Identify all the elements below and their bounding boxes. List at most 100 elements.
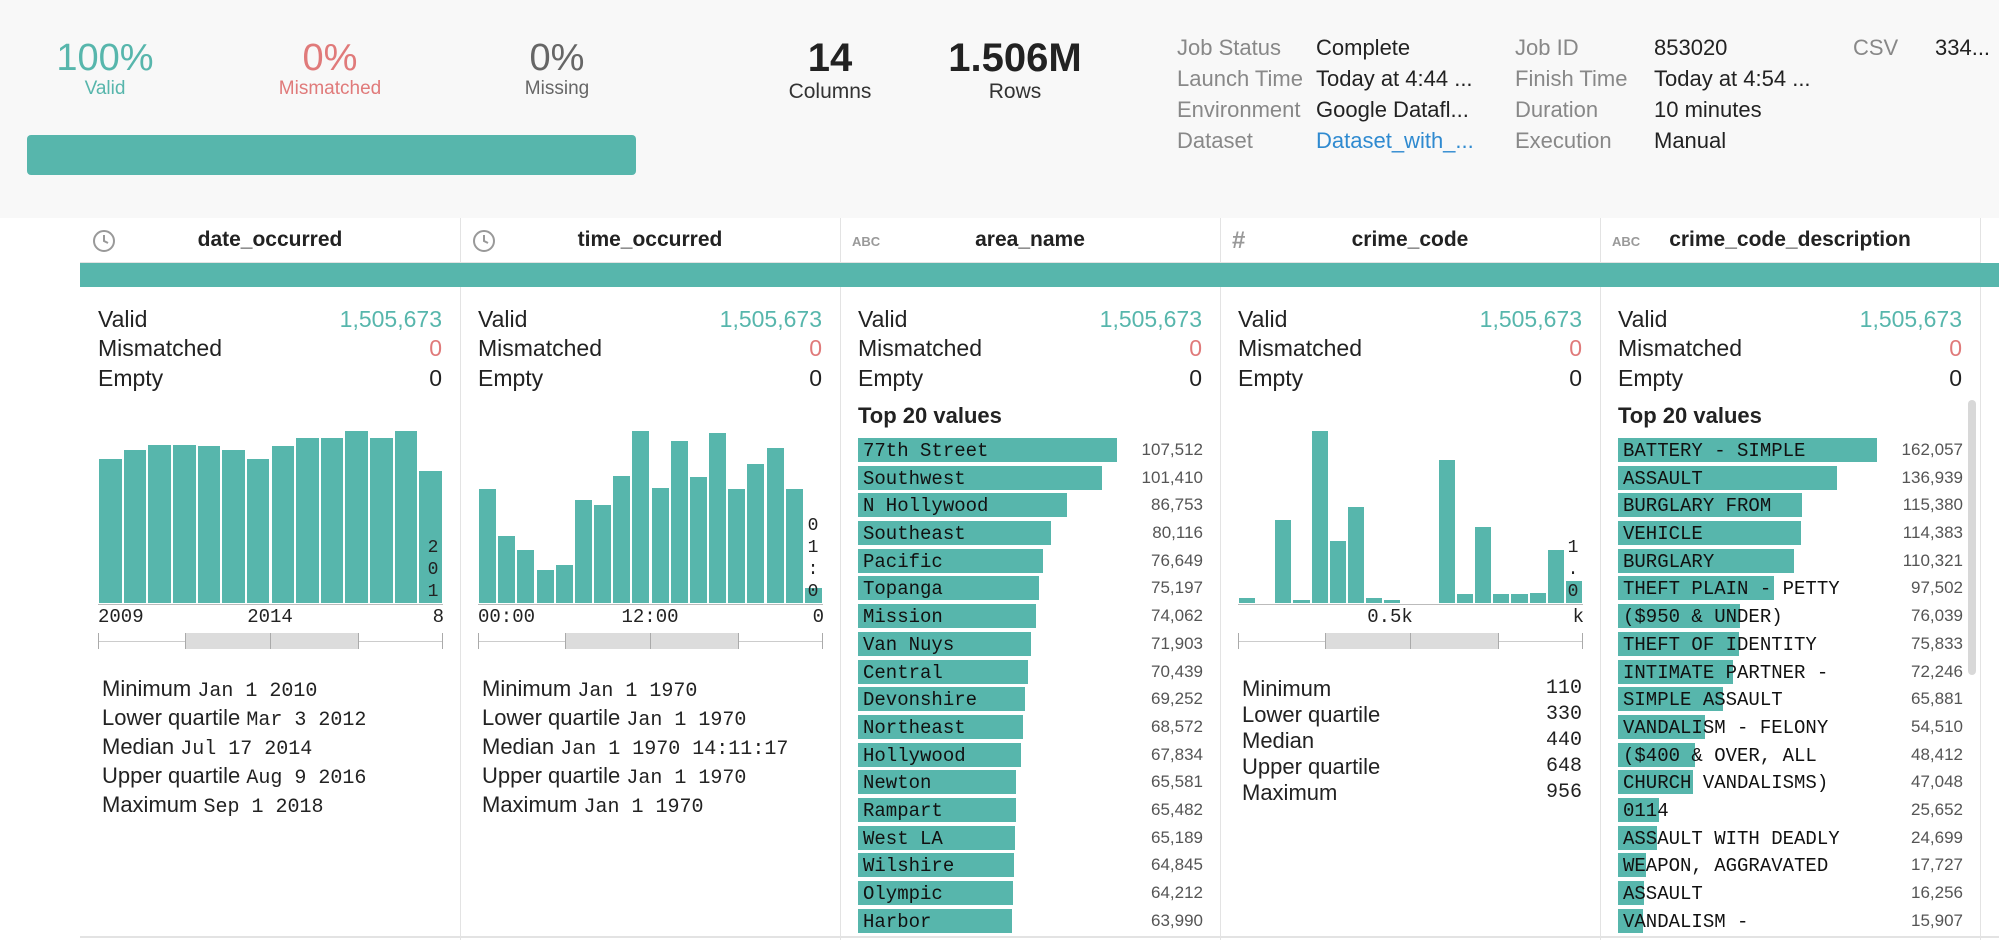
histogram-bar[interactable]: [555, 565, 573, 603]
top-value-row[interactable]: West LA 65,189: [858, 824, 1203, 852]
histogram-bar[interactable]: [689, 477, 707, 603]
histogram-bar[interactable]: [594, 504, 612, 603]
top-value-row[interactable]: THEFT OF IDENTITY 75,833: [1618, 630, 1963, 658]
top-value-row[interactable]: Southwest 101,410: [858, 464, 1203, 492]
histogram-bar[interactable]: [785, 489, 803, 603]
range-slider-brush[interactable]: [1325, 633, 1499, 649]
histogram-bar[interactable]: [766, 448, 784, 603]
column-header[interactable]: ABC crime_code_description: [1600, 218, 1980, 263]
top-values-list: 77th Street 107,512 Southwest 101,410 N Holl…: [858, 436, 1203, 934]
column-quality-bar[interactable]: [840, 263, 1220, 287]
histogram-bar[interactable]: [1547, 549, 1564, 603]
histogram-bar[interactable]: [1529, 592, 1546, 603]
histogram-bar[interactable]: [222, 449, 245, 603]
top-value-row[interactable]: Central 70,439: [858, 658, 1203, 686]
histogram-bar[interactable]: [747, 463, 765, 603]
histogram-bar[interactable]: [1456, 594, 1474, 603]
top-value-row[interactable]: THEFT PLAIN - PETTY 97,502: [1618, 574, 1963, 602]
range-slider-brush[interactable]: [185, 633, 359, 649]
histogram-bar[interactable]: [1311, 431, 1328, 603]
histogram-bar[interactable]: [632, 431, 650, 603]
top-value-row[interactable]: WEAPON, AGGRAVATED 17,727: [1618, 851, 1963, 879]
top-value-row[interactable]: ($400 & OVER, ALL 48,412: [1618, 741, 1963, 769]
top-value-row[interactable]: Pacific 76,649: [858, 547, 1203, 575]
column-quality-bar[interactable]: [460, 263, 840, 287]
top-value-row[interactable]: ASSAULT WITH DEADLY 24,699: [1618, 824, 1963, 852]
histogram-bar[interactable]: [394, 431, 418, 603]
histogram-bar[interactable]: [1511, 594, 1528, 603]
histogram-bar[interactable]: [479, 489, 497, 603]
scrollbar[interactable]: [1968, 400, 1976, 675]
top-value-row[interactable]: 0114 25,652: [1618, 796, 1963, 824]
histogram-bar[interactable]: [1275, 520, 1292, 603]
top-value-row[interactable]: Van Nuys 71,903: [858, 630, 1203, 658]
axis-label-char: .: [1567, 560, 1579, 580]
top-value-row[interactable]: ($950 & UNDER) 76,039: [1618, 602, 1963, 630]
column-quality-bar[interactable]: [80, 263, 460, 287]
top-value-row[interactable]: Rampart 65,482: [858, 796, 1203, 824]
top-value-row[interactable]: BURGLARY FROM 115,380: [1618, 491, 1963, 519]
histogram-bar[interactable]: [123, 449, 147, 603]
histogram-bar[interactable]: [320, 437, 344, 603]
top-value-row[interactable]: ASSAULT 16,256: [1618, 879, 1963, 907]
top-value-row[interactable]: Hollywood 67,834: [858, 741, 1203, 769]
histogram-bar[interactable]: [574, 499, 592, 603]
column-quality-bar[interactable]: [1600, 263, 1980, 287]
histogram-bar[interactable]: [1366, 597, 1383, 603]
top-value-row[interactable]: N Hollywood 86,753: [858, 491, 1203, 519]
histogram-bar[interactable]: [1329, 541, 1346, 603]
dataset-link[interactable]: Dataset_with_...: [1316, 125, 1474, 156]
top-value-row[interactable]: Harbor 63,990: [858, 907, 1203, 935]
histogram-bar[interactable]: [370, 437, 393, 603]
mismatched-label: Mismatched: [278, 78, 382, 99]
top-value-row[interactable]: VANDALISM - FELONY 54,510: [1618, 713, 1963, 741]
top-value-row[interactable]: SIMPLE ASSAULT 65,881: [1618, 685, 1963, 713]
top-value-row[interactable]: BURGLARY 110,321: [1618, 547, 1963, 575]
histogram-bar[interactable]: [517, 549, 535, 603]
histogram-bar[interactable]: [728, 489, 746, 603]
histogram-bar[interactable]: [1438, 460, 1455, 603]
histogram-bar[interactable]: [1239, 597, 1256, 603]
top-value-row[interactable]: VANDALISM - 15,907: [1618, 907, 1963, 935]
histogram-bar[interactable]: [1493, 594, 1510, 603]
histogram-bar[interactable]: [296, 437, 319, 603]
histogram-bar[interactable]: [1475, 527, 1492, 603]
column-header[interactable]: # crime_code: [1220, 218, 1600, 263]
top-value-row[interactable]: Southeast 80,116: [858, 519, 1203, 547]
histogram-bar[interactable]: [498, 535, 516, 603]
top-value-row[interactable]: Newton 65,581: [858, 768, 1203, 796]
histogram-bar[interactable]: [1384, 599, 1401, 603]
histogram-bar[interactable]: [651, 487, 669, 603]
histogram-bar[interactable]: [1347, 506, 1365, 603]
column-quality-bar[interactable]: [1220, 263, 1600, 287]
top-value-row[interactable]: CHURCH VANDALISMS) 47,048: [1618, 768, 1963, 796]
histogram-bar[interactable]: [345, 431, 369, 603]
histogram-bar[interactable]: [148, 444, 171, 603]
histogram-bar[interactable]: [172, 444, 196, 603]
histogram-bar[interactable]: [1293, 599, 1310, 603]
histogram-bar[interactable]: [99, 458, 122, 603]
histogram-bar[interactable]: [271, 446, 295, 603]
column-header[interactable]: date_occurred: [80, 218, 460, 263]
column-header[interactable]: time_occurred: [460, 218, 840, 263]
top-value-row[interactable]: Wilshire 64,845: [858, 851, 1203, 879]
histogram-bar[interactable]: [670, 441, 688, 603]
histogram-bar[interactable]: [197, 446, 221, 603]
top-value-row[interactable]: VEHICLE 114,383: [1618, 519, 1963, 547]
top-value-row[interactable]: 77th Street 107,512: [858, 436, 1203, 464]
histogram-bar[interactable]: [613, 475, 631, 603]
top-value-row[interactable]: Northeast 68,572: [858, 713, 1203, 741]
histogram-bar[interactable]: [536, 570, 554, 603]
histogram-bar[interactable]: [709, 432, 727, 603]
top-value-row[interactable]: Olympic 64,212: [858, 879, 1203, 907]
top-value-row[interactable]: ASSAULT 136,939: [1618, 464, 1963, 492]
range-slider-brush[interactable]: [565, 633, 739, 649]
top-value-row[interactable]: BATTERY - SIMPLE 162,057: [1618, 436, 1963, 464]
column-header[interactable]: ABC area_name: [840, 218, 1220, 263]
top-value-row[interactable]: Mission 74,062: [858, 602, 1203, 630]
top-value-row[interactable]: Topanga 75,197: [858, 574, 1203, 602]
top-value-row[interactable]: Devonshire 69,252: [858, 685, 1203, 713]
column-quality-bar[interactable]: [1980, 263, 1999, 287]
histogram-bar[interactable]: [246, 458, 270, 603]
top-value-row[interactable]: INTIMATE PARTNER - 72,246: [1618, 658, 1963, 686]
